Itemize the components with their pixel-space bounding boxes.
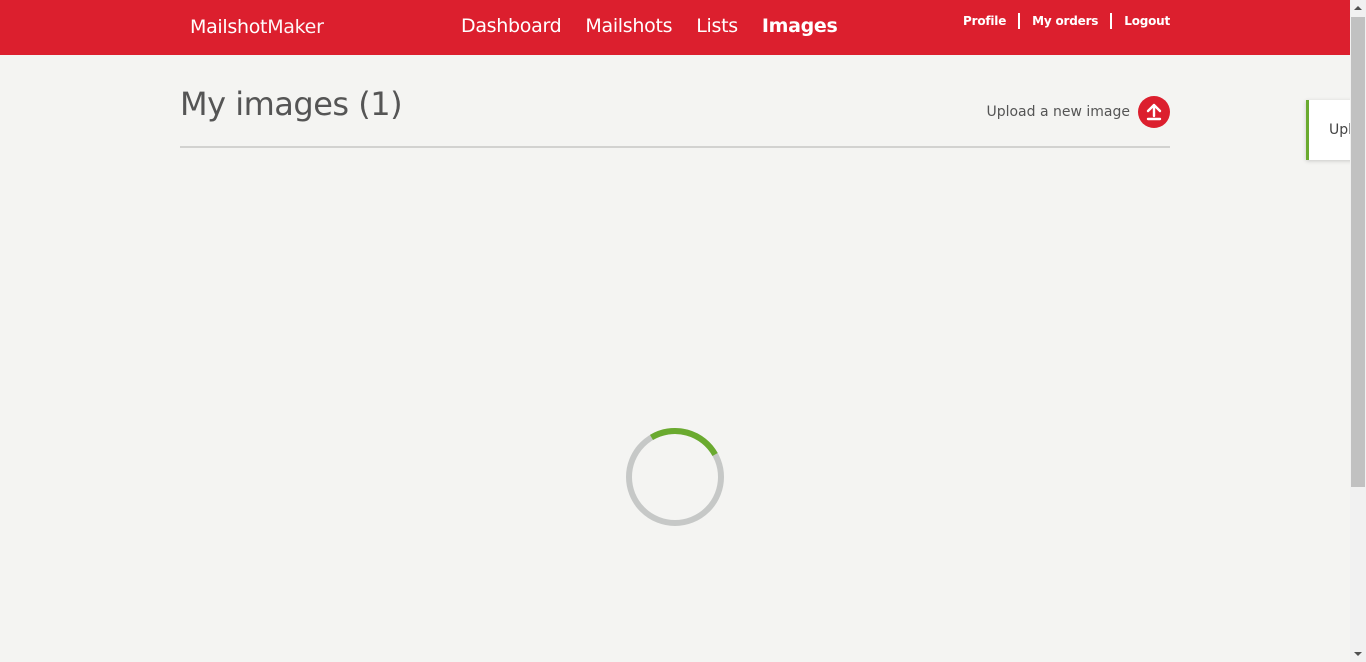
page-header: My images (1) Upload a new image bbox=[180, 80, 1170, 148]
brand-name-part2: Maker bbox=[267, 16, 324, 38]
nav-lists[interactable]: Lists bbox=[696, 15, 738, 37]
nav-divider bbox=[1018, 13, 1021, 29]
scrollbar-thumb[interactable] bbox=[1351, 17, 1365, 487]
top-nav-bar: MailshotMaker Dashboard Mailshots Lists … bbox=[0, 0, 1350, 55]
nav-images[interactable]: Images bbox=[762, 15, 838, 37]
nav-logout[interactable]: Logout bbox=[1124, 14, 1170, 28]
app-window: MailshotMaker Dashboard Mailshots Lists … bbox=[0, 0, 1366, 662]
scroll-down-icon[interactable] bbox=[1350, 646, 1366, 662]
main-nav: Dashboard Mailshots Lists Images bbox=[461, 15, 838, 37]
scroll-up-icon[interactable] bbox=[1350, 0, 1366, 16]
nav-divider bbox=[1110, 13, 1113, 29]
upload-arrow-icon[interactable] bbox=[1138, 96, 1170, 128]
nav-mailshots[interactable]: Mailshots bbox=[585, 15, 672, 37]
nav-profile[interactable]: Profile bbox=[963, 14, 1006, 28]
loading-spinner bbox=[624, 426, 726, 528]
toast-text: Upl bbox=[1329, 122, 1353, 138]
nav-dashboard[interactable]: Dashboard bbox=[461, 15, 562, 37]
brand-logo[interactable]: MailshotMaker bbox=[190, 16, 324, 38]
spinner-arc bbox=[649, 428, 718, 457]
page-title: My images (1) bbox=[180, 85, 403, 123]
user-nav: Profile My orders Logout bbox=[963, 13, 1170, 29]
nav-my-orders[interactable]: My orders bbox=[1032, 14, 1098, 28]
upload-image-label: Upload a new image bbox=[986, 104, 1130, 120]
vertical-scrollbar[interactable] bbox=[1350, 0, 1366, 662]
upload-image-button[interactable]: Upload a new image bbox=[986, 96, 1170, 128]
brand-name-part1: Mailshot bbox=[190, 16, 268, 38]
